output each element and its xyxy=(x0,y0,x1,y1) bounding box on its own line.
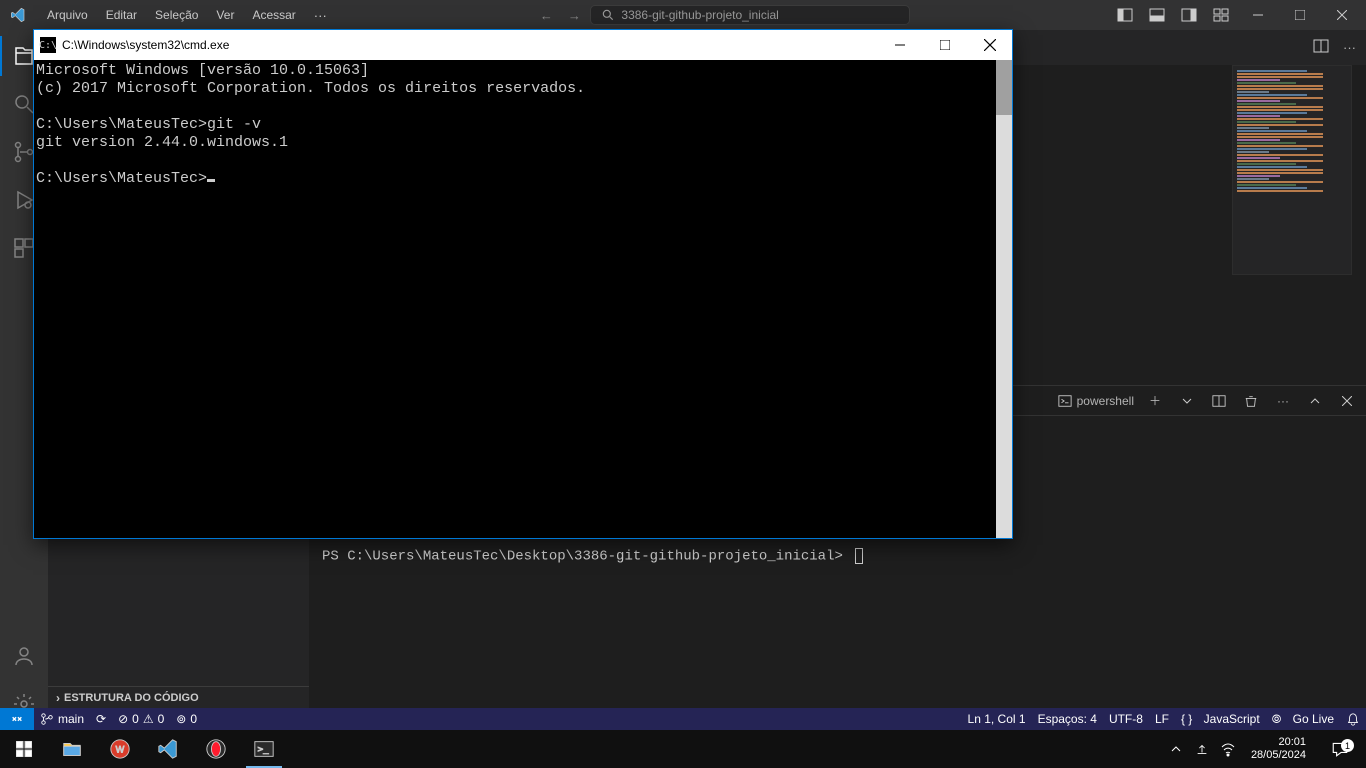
svg-text:>_: >_ xyxy=(258,744,270,755)
cmd-line: git version 2.44.0.windows.1 xyxy=(36,134,288,151)
new-terminal-icon[interactable]: ＋ xyxy=(1144,392,1166,409)
cmd-maximize-button[interactable] xyxy=(922,30,967,60)
cmd-scroll-thumb[interactable] xyxy=(996,60,1012,115)
terminal-cursor xyxy=(855,548,863,564)
taskbar-time: 20:01 xyxy=(1251,736,1306,749)
status-bell-icon[interactable] xyxy=(1340,708,1366,730)
tray-wifi-icon[interactable] xyxy=(1219,730,1237,768)
panel-more-icon[interactable]: ··· xyxy=(1272,394,1294,408)
layout-secondary-side-icon[interactable] xyxy=(1174,0,1204,30)
tray-chevron-icon[interactable] xyxy=(1167,730,1185,768)
taskbar-vscode-icon[interactable] xyxy=(144,730,192,768)
terminal-tab-powershell[interactable]: powershell xyxy=(1058,394,1134,408)
braces-icon: { } xyxy=(1181,712,1192,726)
branch-icon xyxy=(40,712,54,726)
command-center-text: 3386-git-github-projeto_inicial xyxy=(621,8,778,22)
svg-text:W: W xyxy=(116,745,125,755)
cmd-titlebar[interactable]: C:\ C:\Windows\system32\cmd.exe xyxy=(34,30,1012,60)
layout-panel-icon[interactable] xyxy=(1142,0,1172,30)
taskbar-notifications-icon[interactable]: 1 xyxy=(1320,740,1360,758)
warning-icon: ⚠ xyxy=(143,712,154,726)
panel-close-icon[interactable] xyxy=(1336,396,1358,406)
outline-label: ESTRUTURA DO CÓDIGO xyxy=(64,692,199,704)
cmd-line: C:\Users\MateusTec> xyxy=(36,170,207,187)
menu-bar: Arquivo Editar Seleção Ver Acessar ··· xyxy=(35,4,335,27)
split-editor-icon[interactable] xyxy=(1309,34,1333,61)
taskbar-explorer-icon[interactable] xyxy=(48,730,96,768)
terminal-dropdown-icon[interactable] xyxy=(1176,396,1198,406)
terminal-shell-label: powershell xyxy=(1077,394,1134,408)
status-spaces[interactable]: Espaços: 4 xyxy=(1032,708,1103,730)
menu-arquivo[interactable]: Arquivo xyxy=(39,4,96,27)
error-icon: ⊘ xyxy=(118,712,128,726)
status-ln-col[interactable]: Ln 1, Col 1 xyxy=(962,708,1032,730)
cmd-scrollbar[interactable] xyxy=(996,60,1012,538)
status-language[interactable]: { } JavaScript xyxy=(1175,708,1266,730)
window-maximize-button[interactable] xyxy=(1280,0,1320,30)
broadcast-icon: ⦾ xyxy=(1272,712,1282,727)
status-encoding[interactable]: UTF-8 xyxy=(1103,708,1149,730)
menu-ver[interactable]: Ver xyxy=(208,4,242,27)
taskbar-wps-icon[interactable]: W xyxy=(96,730,144,768)
branch-name: main xyxy=(58,712,84,726)
split-terminal-icon[interactable] xyxy=(1208,394,1230,408)
sidebar-section-outline[interactable]: › ESTRUTURA DO CÓDIGO xyxy=(48,686,309,708)
cmd-body[interactable]: Microsoft Windows [versão 10.0.15063] (c… xyxy=(34,60,1012,538)
menu-more[interactable]: ··· xyxy=(306,4,335,27)
nav-back-icon[interactable]: ← xyxy=(534,3,558,27)
terminal-prompt: PS C:\Users\MateusTec\Desktop\3386-git-g… xyxy=(322,549,851,565)
terminal-icon xyxy=(1058,394,1072,408)
status-remote-icon[interactable] xyxy=(0,708,34,730)
kill-terminal-icon[interactable] xyxy=(1240,394,1262,408)
cmd-window[interactable]: C:\ C:\Windows\system32\cmd.exe Microsof… xyxy=(33,29,1013,539)
radio-icon: ⊚ xyxy=(176,712,186,726)
cmd-cursor xyxy=(207,179,215,182)
cmd-line: C:\Users\MateusTec>git -v xyxy=(36,116,261,133)
layout-primary-side-icon[interactable] xyxy=(1110,0,1140,30)
cmd-close-button[interactable] xyxy=(967,30,1012,60)
cmd-line: Microsoft Windows [versão 10.0.15063] xyxy=(36,62,369,79)
statusbar: main ⟳ ⊘0 ⚠0 ⊚0 Ln 1, Col 1 Espaços: 4 U… xyxy=(0,708,1366,730)
notification-badge: 1 xyxy=(1341,739,1354,752)
menu-selecao[interactable]: Seleção xyxy=(147,4,206,27)
more-actions-icon[interactable]: ··· xyxy=(1339,36,1360,59)
menu-editar[interactable]: Editar xyxy=(98,4,145,27)
menu-acessar[interactable]: Acessar xyxy=(244,4,303,27)
window-close-button[interactable] xyxy=(1322,0,1362,30)
start-button[interactable] xyxy=(0,730,48,768)
vscode-titlebar: Arquivo Editar Seleção Ver Acessar ··· ←… xyxy=(0,0,1366,30)
cmd-icon: C:\ xyxy=(40,37,56,53)
windows-taskbar: W >_ 20:01 28/05/2024 1 xyxy=(0,730,1366,768)
tray-upload-icon[interactable] xyxy=(1193,730,1211,768)
minimap[interactable] xyxy=(1232,65,1352,275)
panel-maximize-icon[interactable] xyxy=(1304,396,1326,406)
status-go-live[interactable]: ⦾ Go Live xyxy=(1266,708,1340,730)
taskbar-opera-icon[interactable] xyxy=(192,730,240,768)
cmd-title-text: C:\Windows\system32\cmd.exe xyxy=(62,38,877,52)
cmd-minimize-button[interactable] xyxy=(877,30,922,60)
vscode-logo-icon xyxy=(0,7,35,23)
status-problems[interactable]: ⊘0 ⚠0 xyxy=(112,708,170,730)
taskbar-date: 28/05/2024 xyxy=(1251,749,1306,762)
chevron-right-icon: › xyxy=(56,691,60,705)
window-minimize-button[interactable] xyxy=(1238,0,1278,30)
status-radio[interactable]: ⊚0 xyxy=(170,708,203,730)
status-branch[interactable]: main xyxy=(34,708,90,730)
layout-customize-icon[interactable] xyxy=(1206,0,1236,30)
cmd-line: (c) 2017 Microsoft Corporation. Todos os… xyxy=(36,80,585,97)
status-sync[interactable]: ⟳ xyxy=(90,708,112,730)
search-icon xyxy=(601,8,615,22)
command-center[interactable]: 3386-git-github-projeto_inicial xyxy=(590,5,910,25)
taskbar-clock[interactable]: 20:01 28/05/2024 xyxy=(1245,736,1312,762)
activity-account-icon[interactable] xyxy=(0,636,48,676)
taskbar-cmd-icon[interactable]: >_ xyxy=(240,730,288,768)
nav-forward-icon[interactable]: → xyxy=(562,3,586,27)
status-eol[interactable]: LF xyxy=(1149,708,1175,730)
